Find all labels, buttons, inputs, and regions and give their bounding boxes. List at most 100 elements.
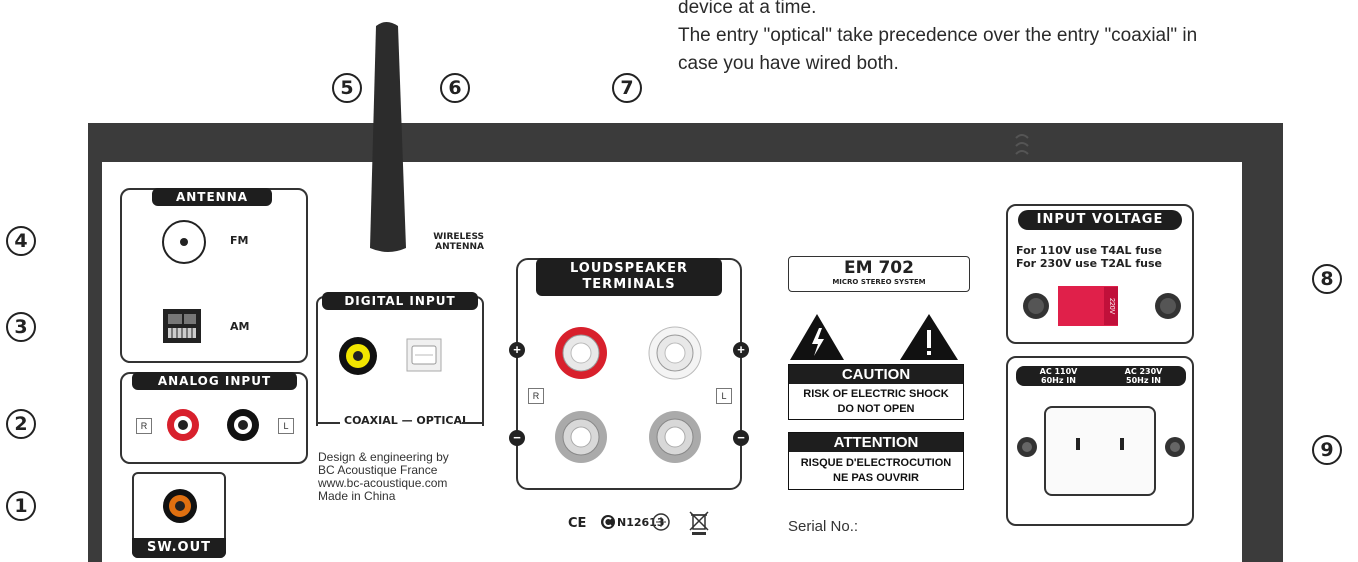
loudspeaker-title-line-1: LOUDSPEAKER	[569, 261, 688, 276]
weee-bin-icon	[688, 510, 710, 541]
callout-5: 5	[332, 73, 362, 103]
analog-r-jack-icon[interactable]	[166, 408, 200, 447]
voltage-note-line-2: For 230V use T2AL fuse	[1016, 257, 1162, 270]
analog-input-title: ANALOG INPUT	[132, 372, 297, 390]
intro-line-3: case you have wired both.	[678, 53, 899, 74]
ac-110-line-2: 60Hz IN	[1041, 376, 1076, 385]
sw-out-title: SW.OUT	[132, 538, 226, 558]
fm-jack-icon[interactable]	[160, 218, 208, 271]
analog-l-jack-icon[interactable]	[226, 408, 260, 447]
callout-1: 1	[6, 491, 36, 521]
antenna-title: ANTENNA	[152, 188, 272, 206]
ac-230-line-2: 50Hz IN	[1126, 376, 1161, 385]
sw-out-jack-icon[interactable]	[162, 488, 198, 529]
analog-r-label: R	[136, 418, 152, 434]
speaker-left-minus-icon: −	[509, 430, 525, 446]
voltage-switch-label: 220V	[1104, 287, 1118, 325]
caution-text: RISK OF ELECTRIC SHOCK DO NOT OPEN	[789, 384, 963, 417]
c-tick-icon	[601, 515, 615, 529]
wireless-label-line-2: ANTENNA	[435, 242, 484, 252]
fuse-left-icon	[1022, 292, 1050, 325]
loudspeaker-title-line-2: TERMINALS	[582, 277, 676, 292]
intro-text: device at a time. The entry "optical" ta…	[678, 0, 1358, 78]
speaker-r-minus-terminal-icon[interactable]	[554, 410, 608, 469]
loudspeaker-title: LOUDSPEAKER TERMINALS	[536, 258, 722, 296]
inlet-pin-left	[1076, 438, 1080, 450]
sw-out-box: SW.OUT	[132, 472, 226, 558]
attention-title: ATTENTION	[789, 433, 963, 452]
intro-line-1: device at a time.	[678, 0, 817, 18]
loudspeaker-box: LOUDSPEAKER TERMINALS R L + + − −	[509, 258, 749, 490]
wireless-antenna-icon	[366, 18, 426, 258]
serial-label: Serial No.:	[788, 518, 859, 535]
ac-inlet-box: AC 110V 60Hz IN AC 230V 50Hz IN	[1006, 356, 1194, 526]
callout-6: 6	[440, 73, 470, 103]
input-voltage-title: INPUT VOLTAGE	[1018, 210, 1182, 230]
credit-line-4: Made in China	[318, 489, 396, 503]
attention-box: ATTENTION RISQUE D'ELECTROCUTION NE PAS …	[788, 432, 964, 490]
digital-input-caption: COAXIAL — OPTICAL	[344, 414, 470, 427]
power-inlet-socket[interactable]	[1044, 406, 1156, 496]
digital-input-box: DIGITAL INPUT	[316, 292, 484, 426]
model-plate: EM 702 MICRO STEREO SYSTEM	[788, 256, 970, 292]
digital-input-title: DIGITAL INPUT	[322, 292, 478, 310]
ac-230-line-1: AC 230V	[1124, 367, 1163, 376]
am-terminal-icon[interactable]	[162, 308, 202, 349]
credit-text: Design & engineering by BC Acoustique Fr…	[318, 451, 449, 503]
callout-7: 7	[612, 73, 642, 103]
coaxial-jack-icon[interactable]	[338, 336, 378, 381]
model-name: EM 702	[844, 258, 914, 278]
callout-3: 3	[6, 312, 36, 342]
callout-2: 2	[6, 409, 36, 439]
am-label: AM	[230, 320, 250, 333]
callout-9: 9	[1312, 435, 1342, 465]
voltage-note-line-1: For 110V use T4AL fuse	[1016, 244, 1162, 257]
voltage-note: For 110V use T4AL fuse For 230V use T2AL…	[1016, 244, 1162, 270]
ce-mark: CE	[568, 516, 587, 531]
inlet-pin-right	[1120, 438, 1124, 450]
ac-label-bar: AC 110V 60Hz IN AC 230V 50Hz IN	[1016, 366, 1186, 386]
screw-mark	[1012, 130, 1032, 160]
analog-l-label: L	[278, 418, 294, 434]
callout-4: 4	[6, 226, 36, 256]
caution-line-1: RISK OF ELECTRIC SHOCK	[803, 388, 949, 400]
speaker-right-plus-icon: +	[733, 342, 749, 358]
input-voltage-box: INPUT VOLTAGE For 110V use T4AL fuse For…	[1006, 204, 1194, 344]
fm-label: FM	[230, 234, 249, 247]
caution-line-2: DO NOT OPEN	[837, 403, 915, 415]
attention-line-1: RISQUE D'ELECTROCUTION	[800, 457, 952, 469]
analog-input-box: ANALOG INPUT R L	[120, 372, 308, 464]
speaker-r-plus-terminal-icon[interactable]	[554, 326, 608, 385]
digital-caption-right-rule	[462, 422, 484, 424]
speaker-l-plus-terminal-icon[interactable]	[648, 326, 702, 385]
speaker-right-minus-icon: −	[733, 430, 749, 446]
caution-title: CAUTION	[789, 365, 963, 384]
electric-shock-icon	[788, 312, 846, 367]
speaker-r-label: R	[528, 388, 544, 404]
speaker-l-label: L	[716, 388, 732, 404]
digital-caption-left-rule	[316, 422, 340, 424]
fuse-right-icon	[1154, 292, 1182, 325]
caution-box: CAUTION RISK OF ELECTRIC SHOCK DO NOT OP…	[788, 364, 964, 420]
attention-line-2: NE PAS OUVRIR	[833, 472, 919, 484]
wireless-label-line-1: WIRELESS	[433, 232, 484, 242]
ac-110-line-1: AC 110V	[1039, 367, 1078, 376]
voltage-selector-switch[interactable]: 220V	[1058, 286, 1118, 326]
callout-8: 8	[1312, 264, 1342, 294]
warning-exclamation-icon	[898, 312, 960, 367]
optical-port-icon[interactable]	[406, 338, 442, 377]
model-subtitle: MICRO STEREO SYSTEM	[832, 278, 926, 286]
ac-110-label: AC 110V 60Hz IN	[1040, 367, 1078, 385]
inlet-screw-left-icon	[1016, 436, 1038, 463]
intro-line-2: The entry "optical" take precedence over…	[678, 25, 1198, 46]
inlet-screw-right-icon	[1164, 436, 1186, 463]
wireless-antenna-label: WIRELESS ANTENNA	[428, 232, 484, 252]
antenna-box: ANTENNA FM AM	[120, 188, 308, 363]
attention-text: RISQUE D'ELECTROCUTION NE PAS OUVRIR	[789, 452, 963, 486]
safety-mark-icon	[650, 512, 672, 539]
speaker-left-plus-icon: +	[509, 342, 525, 358]
digital-caption-right-tick	[482, 410, 484, 424]
digital-caption-row: COAXIAL — OPTICAL	[316, 410, 484, 428]
ac-230-label: AC 230V 50Hz IN	[1125, 367, 1163, 385]
speaker-l-minus-terminal-icon[interactable]	[648, 410, 702, 469]
